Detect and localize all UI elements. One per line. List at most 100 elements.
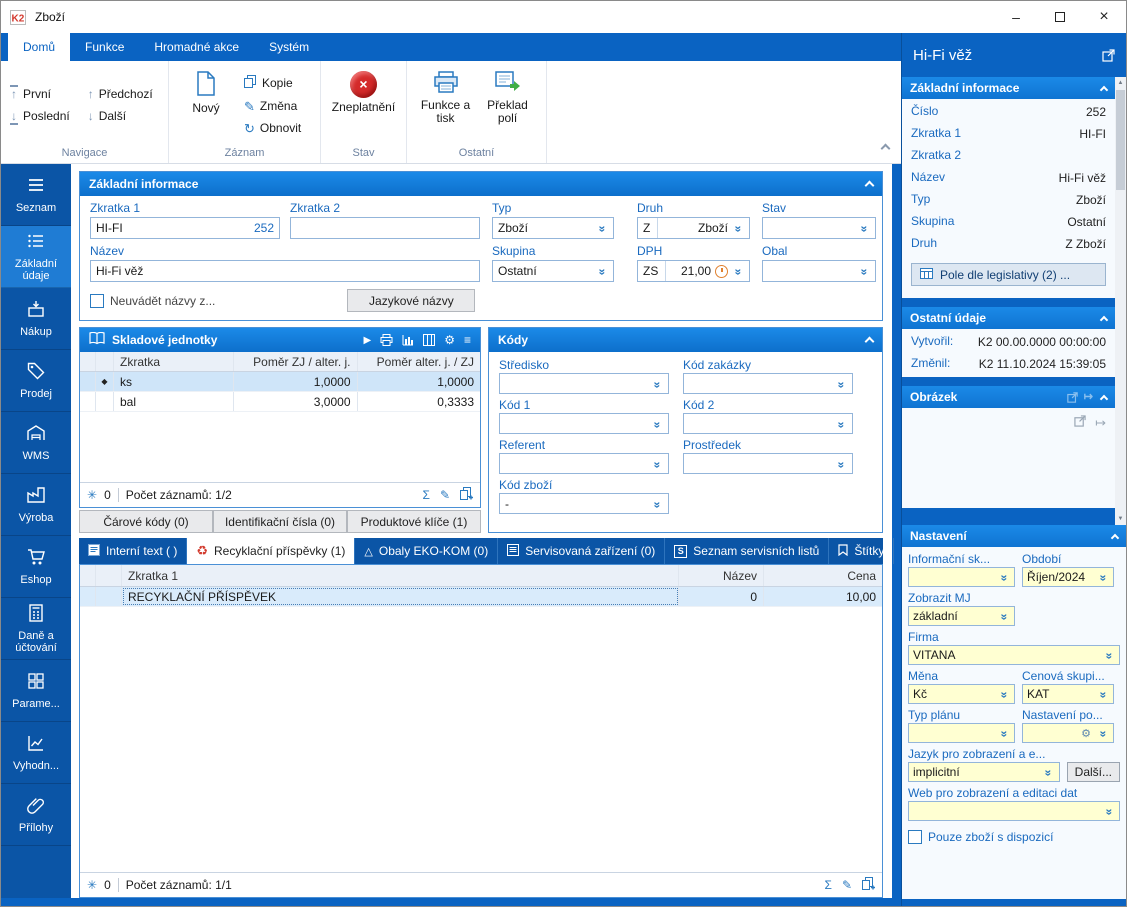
- tab-obaly-eko-kom[interactable]: △ Obaly EKO-KOM (0): [355, 538, 498, 564]
- open-in-window-icon[interactable]: [1102, 49, 1115, 62]
- tab-stitky[interactable]: Štítky: [829, 538, 894, 564]
- barcodes-button[interactable]: Čárové kódy (0): [79, 510, 213, 533]
- previous-button[interactable]: ↑ Předchozí: [88, 87, 153, 101]
- collapse-chevron-icon[interactable]: [1100, 315, 1108, 323]
- dropdown-arrow-icon[interactable]: [998, 688, 1010, 700]
- druh-dropdown[interactable]: Z Zboží: [637, 217, 750, 239]
- tab-recyklacni-prispevky[interactable]: ♻ Recyklační příspěvky (1): [187, 538, 355, 564]
- columns-icon[interactable]: [423, 334, 435, 346]
- legislative-fields-button[interactable]: Pole dle legislativy (2) ...: [911, 263, 1106, 286]
- copy-add-icon[interactable]: [460, 487, 473, 503]
- language-names-button[interactable]: Jazykové názvy: [347, 289, 475, 312]
- filter-flag-icon[interactable]: ✳: [87, 878, 97, 892]
- stav-dropdown[interactable]: [762, 217, 876, 239]
- stock-unit-row[interactable]: bal 3,0000 0,3333: [80, 392, 480, 412]
- price-group-dropdown[interactable]: KAT: [1022, 684, 1114, 704]
- show-mj-dropdown[interactable]: základní: [908, 606, 1015, 626]
- sidebar-item-zakladni-udaje[interactable]: Základní údaje: [1, 226, 71, 288]
- display-language-dropdown[interactable]: implicitní: [908, 762, 1060, 782]
- chart-icon[interactable]: [402, 334, 414, 346]
- checkbox-icon[interactable]: [90, 294, 104, 308]
- tab-seznam-servisnich-listu[interactable]: S Seznam servisních listů: [665, 538, 829, 564]
- typ-dropdown[interactable]: Zboží: [492, 217, 614, 239]
- kod-zakazky-dropdown[interactable]: [683, 373, 853, 394]
- column-header-cena[interactable]: Cena: [764, 565, 882, 586]
- dropdown-arrow-icon[interactable]: [732, 222, 744, 234]
- field-translation-button[interactable]: Překlad polí: [480, 69, 536, 125]
- collapse-chevron-icon[interactable]: [1100, 394, 1108, 402]
- column-header-zkratka1[interactable]: Zkratka 1: [122, 565, 679, 586]
- ribbon-tab-domu[interactable]: Domů: [8, 33, 70, 61]
- prostredek-dropdown[interactable]: [683, 453, 853, 474]
- sidebar-item-nakup[interactable]: Nákup: [1, 288, 71, 350]
- ribbon-collapse-button[interactable]: [882, 141, 889, 155]
- skupina-dropdown[interactable]: Ostatní: [492, 260, 614, 282]
- dropdown-arrow-icon[interactable]: [998, 727, 1010, 739]
- sum-icon[interactable]: Σ: [423, 488, 430, 502]
- stock-unit-row[interactable]: ◆ ks 1,0000 1,0000: [80, 372, 480, 392]
- rp-image-header[interactable]: Obrázek ↦: [902, 386, 1115, 408]
- dropdown-arrow-icon[interactable]: [998, 571, 1010, 583]
- mena-dropdown[interactable]: Kč: [908, 684, 1015, 704]
- dropdown-arrow-icon[interactable]: [998, 610, 1010, 622]
- dropdown-arrow-icon[interactable]: [732, 265, 744, 277]
- rp-other-data-header[interactable]: Ostatní údaje: [902, 307, 1115, 329]
- edit-icon[interactable]: ✎: [440, 488, 450, 502]
- tab-servisovana-zarizeni[interactable]: Servisovaná zařízení (0): [498, 538, 665, 564]
- recycling-row[interactable]: RECYKLAČNÍ PŘÍSPĚVEK 0 10,00: [80, 587, 882, 607]
- firma-dropdown[interactable]: VITANA: [908, 645, 1120, 665]
- close-button[interactable]: ×: [1082, 1, 1126, 33]
- open-image-icon[interactable]: [1074, 415, 1086, 430]
- identification-numbers-button[interactable]: Identifikační čísla (0): [213, 510, 347, 533]
- dropdown-arrow-icon[interactable]: [1097, 688, 1109, 700]
- maximize-button[interactable]: [1038, 1, 1082, 33]
- sum-icon[interactable]: Σ: [825, 878, 832, 892]
- dropdown-arrow-icon[interactable]: [1103, 805, 1115, 817]
- column-header-ratio-zj-alt[interactable]: Poměr ZJ / alter. j.: [234, 352, 358, 371]
- dropdown-arrow-icon[interactable]: [1097, 727, 1109, 739]
- kod2-dropdown[interactable]: [683, 413, 853, 434]
- copy-add-icon[interactable]: [862, 877, 875, 893]
- obal-dropdown[interactable]: [762, 260, 876, 282]
- hide-names-checkbox[interactable]: Neuvádět názvy z...: [90, 294, 215, 308]
- product-keys-button[interactable]: Produktové klíče (1): [347, 510, 481, 533]
- referent-dropdown[interactable]: [499, 453, 669, 474]
- menu-icon[interactable]: ≡: [464, 333, 471, 347]
- dropdown-arrow-icon[interactable]: [596, 222, 608, 234]
- ribbon-tab-funkce[interactable]: Funkce: [70, 33, 139, 61]
- minimize-button[interactable]: –: [994, 1, 1038, 33]
- new-button[interactable]: Nový: [178, 69, 234, 115]
- kod1-dropdown[interactable]: [499, 413, 669, 434]
- nazev-field[interactable]: Hi-Fi věž: [90, 260, 480, 282]
- info-group-dropdown[interactable]: [908, 567, 1015, 587]
- dropdown-arrow-icon[interactable]: [1097, 571, 1109, 583]
- next-button[interactable]: ↓ Další: [88, 109, 153, 123]
- codes-header[interactable]: Kódy: [489, 328, 882, 352]
- kod-zbozi-dropdown[interactable]: -: [499, 493, 669, 514]
- tab-interni-text[interactable]: Interní text ( ): [79, 538, 187, 564]
- web-edit-dropdown[interactable]: [908, 801, 1120, 821]
- dropdown-arrow-icon[interactable]: [651, 418, 663, 430]
- sidebar-item-parametry[interactable]: Parame...: [1, 660, 71, 722]
- play-icon[interactable]: ▶: [364, 335, 372, 346]
- dropdown-arrow-icon[interactable]: [1103, 649, 1115, 661]
- checkbox-icon[interactable]: [908, 830, 922, 844]
- refresh-button[interactable]: ↻ Obnovit: [244, 121, 301, 135]
- basic-info-header[interactable]: Základní informace: [80, 172, 882, 196]
- sidebar-item-vyhodnoceni[interactable]: Vyhodn...: [1, 722, 71, 784]
- rp-basic-info-header[interactable]: Základní informace: [902, 77, 1115, 99]
- column-header-nazev[interactable]: Název: [679, 565, 764, 586]
- sidebar-item-seznam[interactable]: Seznam: [1, 164, 71, 226]
- period-dropdown[interactable]: Říjen/2024: [1022, 567, 1114, 587]
- gear-icon[interactable]: ⚙: [444, 333, 455, 347]
- collapse-chevron-icon[interactable]: [1111, 533, 1119, 541]
- stock-units-header[interactable]: Skladové jednotky ▶ ⚙ ≡: [80, 328, 480, 352]
- column-header-zkratka[interactable]: Zkratka: [114, 352, 234, 371]
- sidebar-item-vyroba[interactable]: Výroba: [1, 474, 71, 536]
- invalidate-button[interactable]: × Zneplatnění: [330, 69, 397, 114]
- collapse-chevron-icon[interactable]: [1100, 85, 1108, 93]
- collapse-chevron-icon[interactable]: [865, 337, 875, 347]
- plan-type-dropdown[interactable]: [908, 723, 1015, 743]
- settings-po-dropdown[interactable]: ⚙: [1022, 723, 1114, 743]
- right-panel-scrollbar[interactable]: ▲ ▼: [1115, 77, 1126, 525]
